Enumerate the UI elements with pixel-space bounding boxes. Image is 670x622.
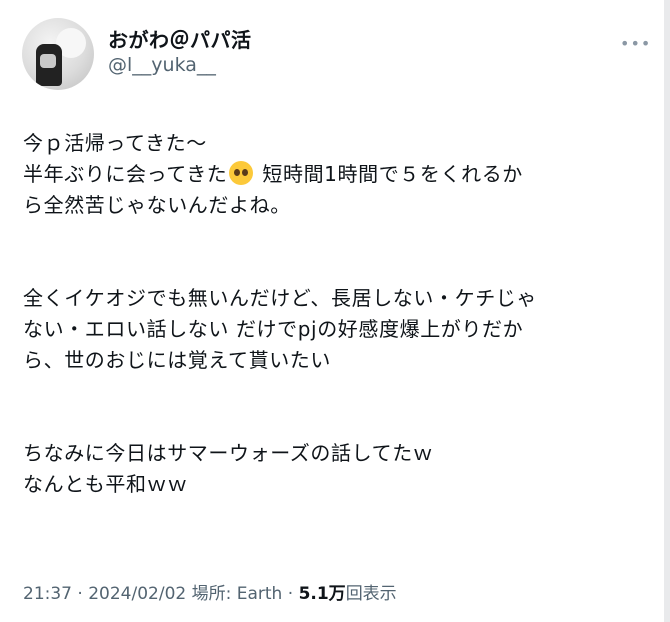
tweet-card: おがわ＠パパ活 @l__yuka__ ••• 今ｐ活帰ってきた〜 半年ぶりに会っ…	[0, 0, 670, 622]
more-dots-icon[interactable]: •••	[620, 34, 651, 53]
tweet-line: ら全然苦じゃないんだよね。	[23, 193, 291, 217]
tweet-time[interactable]: 21:37	[23, 584, 72, 604]
tweet-line: 半年ぶりに会ってきた 短時間1時間で５をくれるか	[23, 159, 653, 190]
tweet-date[interactable]: 2024/02/02	[88, 584, 186, 604]
tweet-line: ちなみに今日はサマーウォーズの話してたｗ	[23, 441, 434, 465]
tweet-line: 全くイケオジでも無いんだけど、長居しない・ケチじゃ	[23, 286, 537, 310]
display-name[interactable]: おがわ＠パパ活	[108, 24, 252, 53]
avatar-face	[40, 54, 56, 68]
tweet-line: ない・エロい話しない だけでpjの好感度爆上がりだか	[23, 317, 524, 341]
tweet-meta: 21:37 · 2024/02/02 場所: Earth · 5.1万回表示	[23, 579, 397, 604]
tweet-line: なんとも平和ｗｗ	[23, 472, 188, 496]
user-handle[interactable]: @l__yuka__	[108, 54, 216, 76]
pleading-face-emoji	[229, 161, 254, 185]
avatar[interactable]	[22, 18, 94, 90]
separator: ·	[77, 584, 83, 604]
tweet-line-part: 半年ぶりに会ってきた	[23, 162, 228, 186]
views-label[interactable]: 回表示	[346, 584, 397, 604]
tweet-text: 今ｐ活帰ってきた〜 半年ぶりに会ってきた 短時間1時間で５をくれるか ら全然苦じ…	[23, 128, 653, 500]
tweet-line-part: 短時間1時間で５をくれるか	[262, 162, 523, 186]
scrollbar-edge	[664, 0, 670, 622]
tweet-line: 今ｐ活帰ってきた〜	[23, 131, 207, 155]
views-count[interactable]: 5.1万	[299, 584, 346, 604]
separator: ·	[287, 584, 294, 604]
tweet-location: 場所: Earth	[191, 584, 283, 604]
tweet-line: ら、世のおじには覚えて貰いたい	[23, 348, 331, 372]
